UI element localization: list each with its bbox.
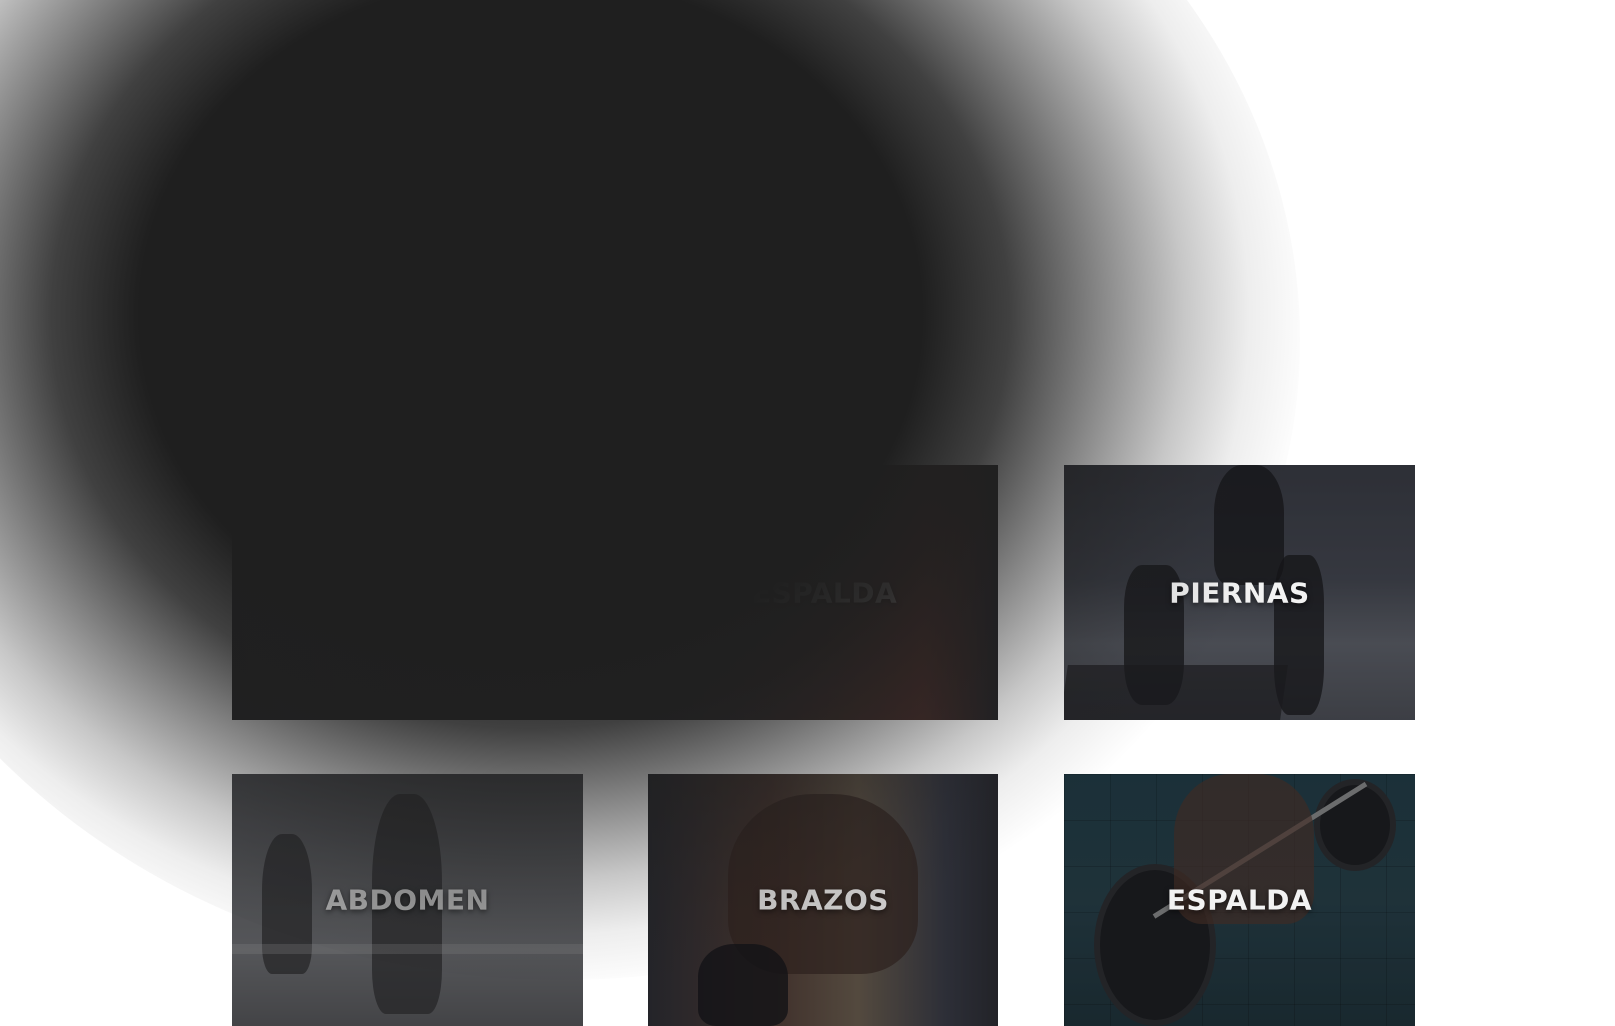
category-tile-brazos[interactable]: BRAZOS <box>648 774 998 1026</box>
category-tile-wide[interactable]: ESPALDA <box>232 465 998 720</box>
category-grid: ESPALDA PIERNAS ABDOMEN BRAZOS ESPALDA <box>0 0 1615 1026</box>
category-label-abdomen: ABDOMEN <box>325 883 490 917</box>
category-tile-espalda[interactable]: ESPALDA <box>1064 774 1415 1026</box>
category-label-brazos: BRAZOS <box>757 883 889 917</box>
page: ESPALDA PIERNAS ABDOMEN BRAZOS ESPALDA <box>0 0 1615 1026</box>
category-label-espalda: ESPALDA <box>1166 883 1313 917</box>
category-label-wide: ESPALDA <box>752 576 898 609</box>
category-tile-abdomen[interactable]: ABDOMEN <box>232 774 583 1026</box>
category-tile-piernas[interactable]: PIERNAS <box>1064 465 1415 720</box>
category-label-piernas: PIERNAS <box>1169 576 1310 609</box>
